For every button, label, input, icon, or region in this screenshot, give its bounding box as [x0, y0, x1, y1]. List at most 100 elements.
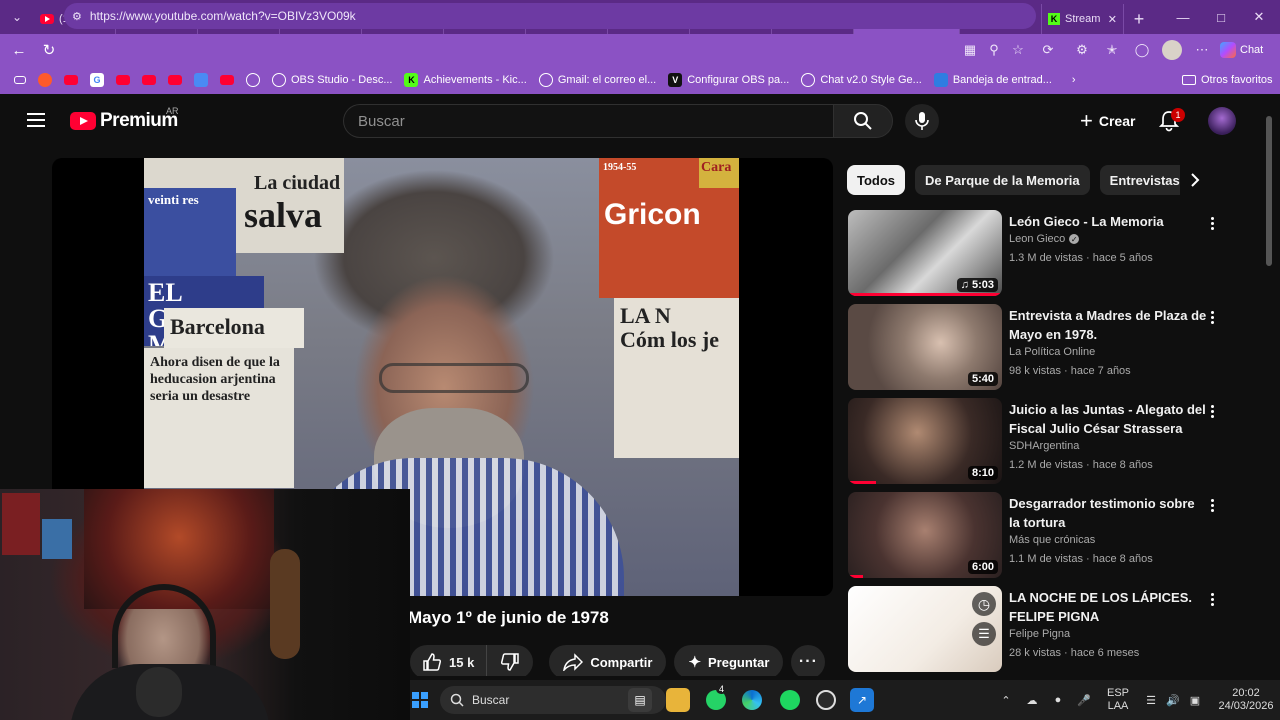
voice-search-button[interactable] — [905, 104, 939, 138]
more-options-icon[interactable] — [1204, 496, 1220, 514]
windows-start-icon[interactable] — [410, 688, 430, 712]
bookmark-obs-studio[interactable]: OBS Studio - Desc... — [266, 66, 398, 94]
newspaper-text: Gricon — [604, 198, 701, 231]
filter-chips: Todos De Parque de la Memoria Entrevista… — [847, 165, 1202, 195]
recommended-video[interactable]: 6:00 Desgarrador testimonio sobre la tort… — [848, 492, 1258, 580]
more-options-icon[interactable] — [1204, 308, 1220, 326]
add-to-queue-icon[interactable]: ☰ — [972, 622, 996, 646]
video-title[interactable]: LA NOCHE DE LOS LÁPICES. FELIPE PIGNA — [1009, 588, 1209, 626]
wifi-icon[interactable]: ☰ — [1140, 680, 1162, 720]
video-title[interactable]: Desgarrador testimonio sobre la tortura — [1009, 494, 1209, 532]
clock[interactable]: 20:02 24/03/2026 — [1216, 680, 1276, 720]
mic-tray-icon[interactable]: 🎤 — [1072, 680, 1096, 720]
channel-name[interactable]: La Política Online — [1009, 346, 1095, 358]
watch-later-icon[interactable]: ◷ — [972, 592, 996, 616]
onedrive-icon[interactable]: ☁ — [1020, 680, 1044, 720]
close-window-button[interactable]: ✕ — [1236, 0, 1280, 34]
bookmark-kick-achievements[interactable]: K Achievements - Kic... — [398, 66, 532, 94]
recommended-video[interactable]: ◷ ☰ LA NOCHE DE LOS LÁPICES. FELIPE PIGNA F… — [848, 586, 1258, 674]
edge-icon[interactable] — [740, 688, 764, 712]
chip-all[interactable]: Todos — [847, 165, 906, 195]
file-explorer-icon[interactable] — [666, 688, 690, 712]
whatsapp-icon[interactable]: 4 — [704, 684, 728, 712]
extensions-icon[interactable]: ⚙ — [1068, 34, 1096, 66]
hamburger-menu-icon[interactable] — [24, 108, 48, 132]
spotify-icon[interactable] — [778, 688, 802, 712]
youtube-play-icon — [70, 112, 96, 130]
video-thumbnail[interactable]: 6:00 — [848, 492, 1002, 578]
favorite-star-icon[interactable]: ☆ — [1004, 34, 1032, 66]
youtube-premium-logo[interactable]: Premium AR — [70, 106, 179, 132]
language-indicator[interactable]: ESP LAA — [1100, 680, 1136, 720]
obs-icon[interactable] — [814, 688, 838, 712]
task-view-icon[interactable]: ▤ — [628, 688, 652, 712]
battery-icon[interactable]: ▣ — [1184, 680, 1206, 720]
ask-button[interactable]: ✦ Preguntar — [674, 645, 784, 676]
channel-name[interactable]: Felipe Pigna — [1009, 628, 1070, 640]
recommended-video[interactable]: ♫ 5:03 León Gieco - La Memoria Leon Gieco ✓… — [848, 210, 1258, 298]
chip-parque-memoria[interactable]: De Parque de la Memoria — [915, 165, 1090, 195]
reload-icon[interactable]: ↻ — [34, 35, 64, 65]
notifications-button[interactable]: 1 — [1154, 106, 1185, 136]
new-tab-button[interactable]: + — [1124, 4, 1154, 34]
dislike-button[interactable] — [487, 645, 533, 676]
site-info-icon[interactable]: ⚙ — [72, 10, 82, 23]
volume-icon[interactable]: 🔊 — [1162, 680, 1184, 720]
account-avatar[interactable] — [1208, 107, 1236, 135]
close-tab-icon[interactable]: ✕ — [1108, 13, 1117, 26]
channel-name[interactable]: Leon Gieco ✓ — [1009, 233, 1080, 245]
video-title[interactable]: León Gieco - La Memoria — [1009, 212, 1209, 231]
other-favorites-folder[interactable]: Otros favoritos — [1176, 66, 1279, 94]
more-options-icon[interactable] — [1204, 402, 1220, 420]
bookmark-youtube-icon[interactable] — [136, 66, 162, 94]
more-options-icon[interactable] — [1204, 590, 1220, 608]
video-title[interactable]: Juicio a las Juntas - Alegato del Fiscal… — [1009, 400, 1209, 438]
vpn-icon[interactable]: ● — [1046, 680, 1070, 720]
bookmark-youtube-icon[interactable] — [58, 66, 84, 94]
channel-name[interactable]: Más que crónicas — [1009, 534, 1095, 546]
page-scrollbar[interactable] — [1266, 96, 1272, 676]
copilot-chat-button[interactable]: Chat — [1220, 38, 1263, 62]
bookmark-google-icon[interactable]: G — [84, 66, 110, 94]
bookmark-configurar-obs[interactable]: V Configurar OBS pa... — [662, 66, 795, 94]
browser-essentials-shield-icon[interactable]: ◯ — [1128, 34, 1156, 66]
bookmark-inbox[interactable]: Bandeja de entrad... — [928, 66, 1058, 94]
video-thumbnail[interactable]: ◷ ☰ — [848, 586, 1002, 672]
recommended-video[interactable]: 5:40 Entrevista a Madres de Plaza de Mayo… — [848, 304, 1258, 392]
create-button[interactable]: + Crear — [1066, 104, 1149, 138]
tab-actions-chevron-icon[interactable]: ⌄ — [0, 0, 34, 34]
chips-next-chevron-icon[interactable] — [1180, 165, 1210, 195]
more-options-icon[interactable] — [1204, 214, 1220, 232]
bookmark-chat-style[interactable]: Chat v2.0 Style Ge... — [795, 66, 928, 94]
video-title[interactable]: Entrevista a Madres de Plaza de Mayo en … — [1009, 306, 1209, 344]
recommended-video[interactable]: 8:10 Juicio a las Juntas - Alegato del Fi… — [848, 398, 1258, 486]
like-button[interactable]: 15 k — [410, 645, 488, 676]
refresh-extension-icon[interactable]: ⟳ — [1034, 34, 1062, 66]
app-icon[interactable]: ↗ — [850, 688, 874, 712]
browser-tab[interactable]: K Stream ✕ — [1042, 4, 1124, 34]
bookmark-toggle-icon[interactable] — [8, 66, 32, 94]
verified-icon: ✓ — [1069, 234, 1080, 244]
bookmark-translate-icon[interactable] — [188, 66, 214, 94]
bookmark-gmail[interactable]: Gmail: el correo el... — [533, 66, 662, 94]
channel-name[interactable]: SDHArgentina — [1009, 440, 1079, 452]
video-thumbnail[interactable]: 8:10 — [848, 398, 1002, 484]
more-actions-icon[interactable]: ··· — [791, 645, 826, 676]
bookmark-ff-icon[interactable] — [32, 66, 58, 94]
bookmark-youtube-icon[interactable] — [110, 66, 136, 94]
bookmark-globe-icon[interactable] — [240, 66, 266, 94]
video-thumbnail[interactable]: ♫ 5:03 — [848, 210, 1002, 296]
bookmark-youtube-icon[interactable] — [214, 66, 240, 94]
profile-avatar[interactable] — [1158, 34, 1186, 66]
video-thumbnail[interactable]: 5:40 — [848, 304, 1002, 390]
search-button[interactable] — [833, 104, 893, 138]
search-input[interactable]: Buscar — [343, 104, 833, 138]
bookmark-youtube-icon[interactable] — [162, 66, 188, 94]
tray-chevron-icon[interactable]: ⌃ — [996, 680, 1016, 720]
back-arrow-icon[interactable]: ← — [4, 35, 34, 65]
bookmarks-more-chevron-icon[interactable]: › — [1066, 66, 1082, 94]
share-button[interactable]: Compartir — [549, 645, 667, 676]
settings-more-icon[interactable]: ⋯ — [1188, 34, 1216, 66]
url-field[interactable]: ⚙ https://www.youtube.com/watch?v=OBIVz3… — [64, 3, 1036, 29]
favorites-icon[interactable]: ✭ — [1098, 34, 1126, 66]
